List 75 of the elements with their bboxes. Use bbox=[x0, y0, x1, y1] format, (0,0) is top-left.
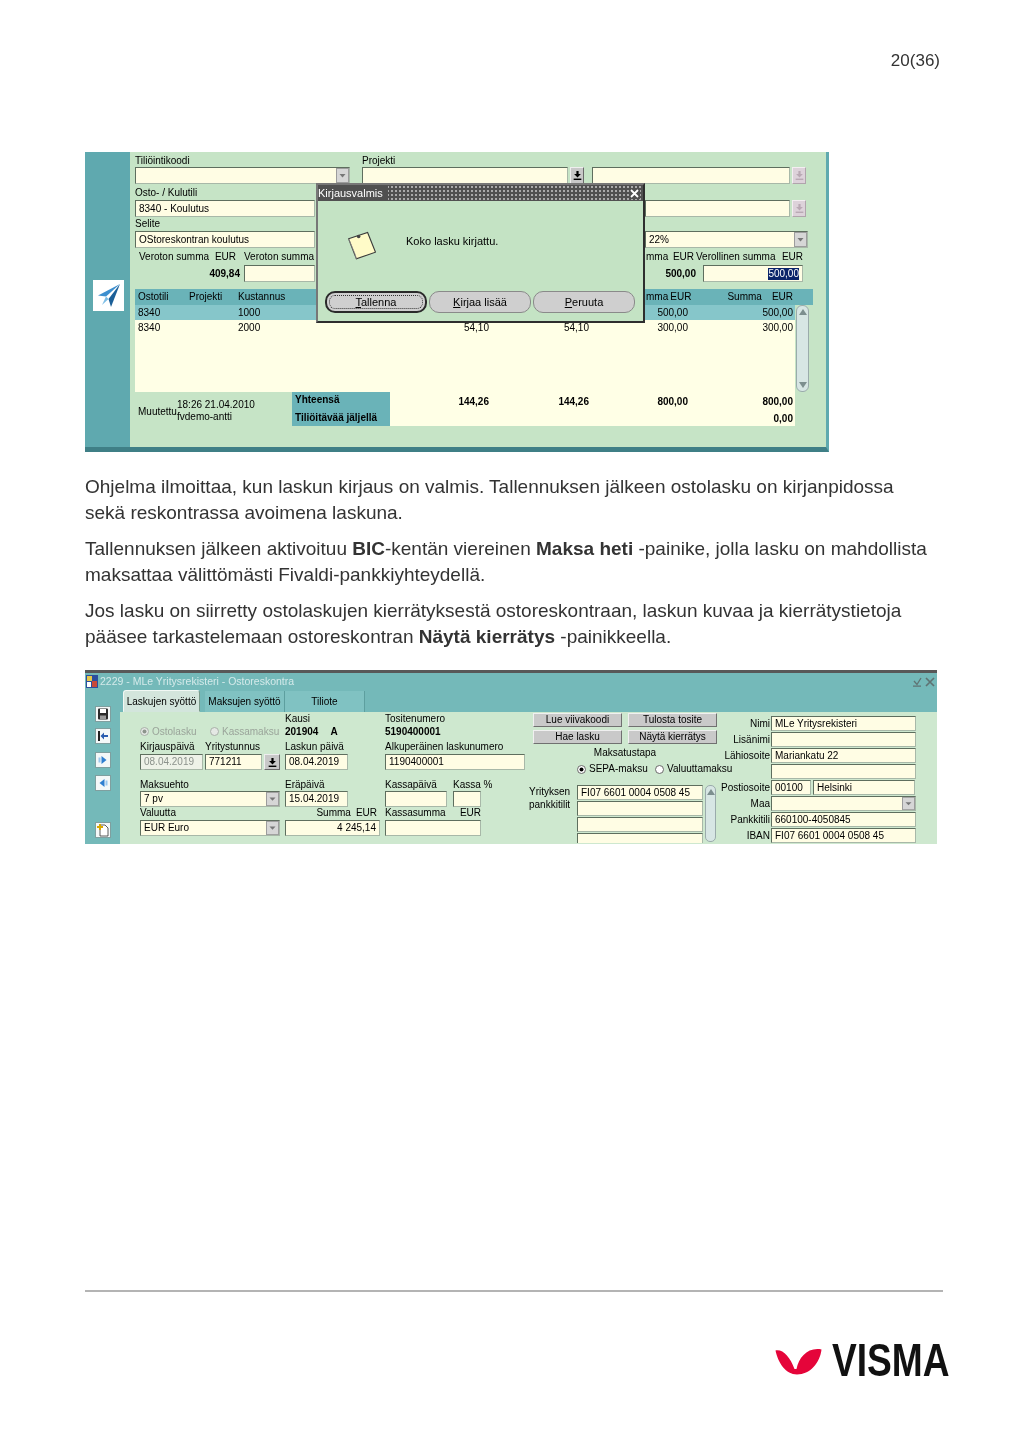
field-label: Kausi bbox=[285, 713, 310, 725]
window-title: 2229 - MLe Yritysrekisteri - Ostoreskontra bbox=[100, 675, 295, 688]
field-label: Kassa % bbox=[453, 779, 493, 791]
dialog-title: Kirjausvalmis bbox=[318, 185, 388, 201]
page-number: 20(36) bbox=[890, 50, 940, 72]
currency-label: EUR bbox=[781, 251, 803, 263]
field-label: Laskun päivä bbox=[285, 741, 344, 753]
timestamp: 18:26 21.04.2010 bbox=[177, 399, 255, 410]
field-label: Valuutta bbox=[140, 807, 176, 819]
table-cell: 8340 bbox=[138, 321, 161, 334]
field-label: Kassasumma bbox=[385, 807, 446, 819]
column-header: mma bbox=[646, 291, 669, 303]
column-header: Projekti bbox=[189, 291, 223, 303]
column-header: Kustannus bbox=[238, 291, 286, 303]
paragraph: Tallennuksen jälkeen aktivoituu BIC-kentän viereinen Maksa heti -painike, jolla lasku on mahdollista maksattaa välittömästi Fivaldi-pankkiyhteydellä. bbox=[85, 537, 928, 587]
user-name: fvdemo-antti bbox=[177, 411, 234, 423]
field-label: Projekti bbox=[362, 155, 396, 167]
field-label: Maksatustapa bbox=[593, 747, 657, 759]
field-label: Tiliöintikoodi bbox=[135, 155, 191, 167]
field-label: Pankkitili bbox=[730, 813, 770, 826]
table-cell: 1000 bbox=[238, 306, 261, 319]
field-label: Summa bbox=[316, 807, 351, 819]
table-cell: 500,00 bbox=[762, 306, 793, 319]
field-label: Tositenumero bbox=[385, 713, 446, 725]
table-cell: 2000 bbox=[238, 321, 261, 334]
field-value: A bbox=[330, 725, 338, 738]
field-label: Veroton summa bbox=[244, 251, 315, 263]
total-value: 144,26 bbox=[558, 395, 589, 408]
logo-wordmark: VISMA bbox=[832, 1343, 950, 1377]
field-label: Osto- / Kulutili bbox=[135, 187, 198, 199]
total-label: Yhteensä bbox=[295, 394, 341, 406]
currency-label: EUR bbox=[672, 251, 694, 263]
total-value: 800,00 bbox=[762, 395, 793, 408]
paragraph: Jos lasku on siirretty ostolaskujen kierrätyksestä ostoreskontraan, laskun kuvaa ja kierrätystietoja pääsee tarkastelemaan ostoreskontran Näytä kierrätys -painikkeella. bbox=[85, 599, 903, 649]
column-header: EUR bbox=[670, 291, 692, 303]
amount-value: 409,84 bbox=[209, 267, 240, 280]
currency-label: EUR bbox=[459, 807, 481, 819]
field-label: mma bbox=[646, 251, 669, 263]
paragraph: Ohjelma ilmoittaa, kun laskun kirjaus on valmis. Tallennuksen jälkeen ostolasku on kirjanpidossa sekä reskontrassa avoimena laskuna. bbox=[85, 475, 895, 525]
amount-value: 500,00 bbox=[665, 267, 696, 280]
field-label: Postiosoite bbox=[721, 781, 770, 794]
currency-label: EUR bbox=[355, 807, 377, 819]
field-value: 201904 bbox=[285, 725, 319, 738]
field-label: Kassapäivä bbox=[385, 779, 438, 791]
column-header: Ostotili bbox=[138, 291, 169, 303]
total-value: 144,26 bbox=[458, 395, 489, 408]
field-value: 5190400001 bbox=[385, 725, 441, 738]
field-label: Nimi bbox=[750, 717, 770, 730]
field-label: Veroton summa bbox=[139, 251, 210, 263]
total-label: Tiliöitävää jäljellä bbox=[295, 412, 379, 424]
field-label: Lähiosoite bbox=[724, 749, 770, 762]
table-cell: 54,10 bbox=[563, 321, 589, 334]
field-label: Yritystunnus bbox=[205, 741, 261, 753]
field-label: Maa bbox=[750, 797, 770, 810]
dialog-message: Koko lasku kirjattu. bbox=[406, 235, 499, 247]
column-header: Summa bbox=[727, 291, 762, 303]
table-cell: 8340 bbox=[138, 306, 161, 319]
field-label: Yrityksen pankkitilit bbox=[529, 785, 572, 811]
field-label: Eräpäivä bbox=[285, 779, 325, 791]
field-label: Maksuehto bbox=[140, 779, 189, 791]
table-cell: 300,00 bbox=[762, 321, 793, 334]
field-label: Selite bbox=[135, 218, 160, 230]
field-label: Alkuperäinen laskunumero bbox=[385, 741, 504, 753]
table-cell: 54,10 bbox=[463, 321, 489, 334]
table-cell: 300,00 bbox=[657, 321, 688, 334]
table-cell: 500,00 bbox=[657, 306, 688, 319]
field-label: IBAN bbox=[746, 829, 770, 842]
column-header: EUR bbox=[771, 291, 793, 303]
total-value: 0,00 bbox=[773, 412, 793, 425]
field-label: Muutettu bbox=[138, 406, 177, 417]
total-value: 800,00 bbox=[657, 395, 688, 408]
field-label: Lisänimi bbox=[733, 733, 770, 746]
field-label: Kirjauspäivä bbox=[140, 741, 196, 753]
currency-label: EUR bbox=[214, 251, 236, 263]
field-label: Verollinen summa bbox=[696, 251, 776, 263]
